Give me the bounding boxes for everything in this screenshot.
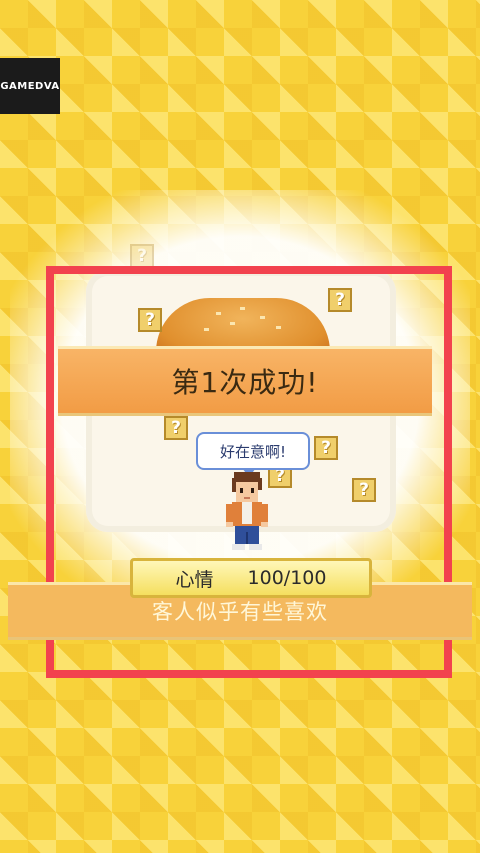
watermark-text: GAMEDVA (0, 80, 60, 92)
question-mark-icon: ? (130, 244, 154, 268)
mood-label: 心情 (175, 568, 214, 591)
mood-bar: 心情 100/100 (130, 558, 372, 598)
reaction-text: 客人似乎有些喜欢 (152, 600, 328, 624)
mood-value: 100/100 (247, 567, 327, 589)
watermark-logo: GAMEDVA (0, 58, 60, 114)
